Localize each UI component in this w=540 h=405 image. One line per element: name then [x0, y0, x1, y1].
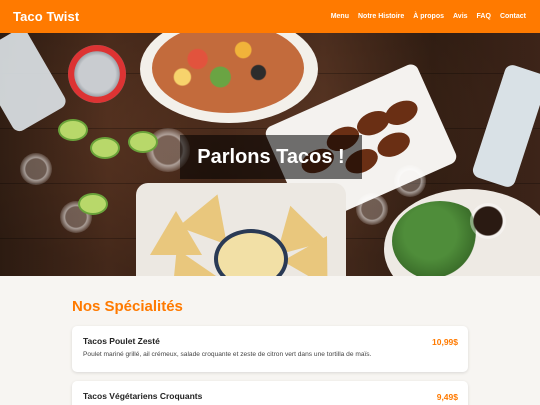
specialties-section: Nos Spécialités Tacos Poulet Zesté 10,99… — [0, 276, 540, 405]
liquor-bottle-image — [470, 63, 540, 189]
nav-link-contact[interactable]: Contact — [500, 13, 526, 20]
section-title: Nos Spécialités — [72, 298, 183, 315]
menu-item-price: 10,99$ — [432, 337, 458, 347]
brand-logo[interactable]: Taco Twist — [13, 9, 79, 24]
nav-menu: Menu Notre Histoire À propos Avis FAQ Co… — [331, 13, 526, 20]
nav-link-avis[interactable]: Avis — [453, 13, 468, 20]
can-image — [68, 45, 126, 103]
menu-item-description: Poulet mariné grillé, ail crémeux, salad… — [83, 351, 372, 358]
hero-banner: Parlons Tacos ! — [0, 33, 540, 276]
nav-link-menu[interactable]: Menu — [331, 13, 349, 20]
menu-item-name: Tacos Poulet Zesté — [83, 336, 160, 346]
nav-link-notre-histoire[interactable]: Notre Histoire — [358, 13, 404, 20]
top-nav: Taco Twist Menu Notre Histoire À propos … — [0, 0, 540, 33]
menu-item-price: 9,49$ — [436, 392, 458, 402]
menu-item-card[interactable]: Tacos Végétariens Croquants 9,49$ — [72, 381, 468, 405]
hero-title: Parlons Tacos ! — [180, 135, 362, 179]
bottle-image — [0, 33, 69, 134]
nav-link-a-propos[interactable]: À propos — [413, 13, 444, 20]
nav-link-faq[interactable]: FAQ — [477, 13, 491, 20]
menu-item-card[interactable]: Tacos Poulet Zesté 10,99$ Poulet mariné … — [72, 326, 468, 372]
menu-item-name: Tacos Végétariens Croquants — [83, 391, 203, 401]
